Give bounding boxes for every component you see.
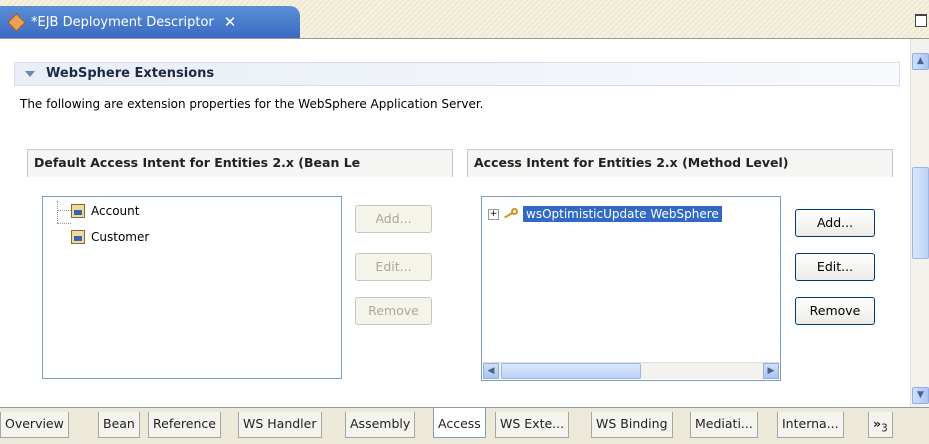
tab-ws-binding[interactable]: WS Binding: [591, 412, 673, 438]
tab-reference[interactable]: Reference: [148, 412, 221, 438]
tree-item-label: Customer: [91, 230, 150, 244]
collapse-triangle-icon[interactable]: [25, 71, 35, 77]
tab-access[interactable]: Access: [433, 408, 486, 438]
tab-ws-extension[interactable]: WS Exte...: [495, 412, 570, 438]
right-edit-button[interactable]: Edit...: [795, 253, 875, 281]
tab-overview[interactable]: Overview: [0, 412, 69, 438]
access-intent-key-icon: [503, 208, 519, 220]
page-tab-bar: Overview Bean Reference WS Handler Assem…: [0, 407, 929, 444]
scroll-down-icon[interactable]: ▼: [912, 387, 929, 404]
tab-bean[interactable]: Bean: [98, 412, 140, 438]
tree-item-label: wsOptimisticUpdate WebSphere: [523, 206, 722, 222]
maximize-icon[interactable]: [915, 14, 927, 27]
tree-connector: [57, 223, 71, 224]
tree-item-account[interactable]: Account: [71, 202, 139, 220]
editor-tab-title: *EJB Deployment Descriptor: [31, 14, 214, 30]
section-header[interactable]: WebSphere Extensions: [14, 62, 900, 86]
entity-bean-icon: [71, 230, 85, 244]
tree-connector: [57, 201, 58, 223]
ejb-descriptor-icon: [7, 12, 26, 32]
vertical-scrollbar[interactable]: ▲ ▼: [910, 39, 929, 407]
section-description: The following are extension properties f…: [20, 97, 484, 111]
tree-connector: [57, 210, 71, 211]
chevron-right-icon: »: [873, 416, 882, 431]
right-remove-button[interactable]: Remove: [795, 297, 875, 325]
entity-bean-icon: [71, 204, 85, 218]
left-edit-button[interactable]: Edit...: [355, 253, 432, 281]
tab-ws-handler[interactable]: WS Handler: [238, 412, 322, 438]
horizontal-scrollbar[interactable]: ◀ ▶: [483, 362, 779, 379]
scroll-up-icon[interactable]: ▲: [912, 53, 929, 70]
overflow-count: 3: [881, 422, 888, 435]
tab-mediation[interactable]: Mediati...: [690, 412, 758, 438]
editor-tab-bar: *EJB Deployment Descriptor ✕: [0, 0, 929, 39]
tree-item-label: Account: [91, 204, 140, 218]
tab-overflow[interactable]: »3: [868, 412, 893, 438]
scroll-thumb[interactable]: [501, 363, 641, 379]
scroll-left-icon[interactable]: ◀: [483, 363, 499, 379]
left-add-button[interactable]: Add...: [355, 205, 432, 233]
scroll-right-icon[interactable]: ▶: [763, 363, 779, 379]
method-access-intent-tree[interactable]: + wsOptimisticUpdate WebSphere ◀ ▶: [481, 196, 781, 381]
method-access-intent-title: Access Intent for Entities 2.x (Method L…: [467, 149, 893, 177]
tree-item-customer[interactable]: Customer: [71, 228, 149, 246]
default-access-intent-title: Default Access Intent for Entities 2.x (…: [27, 149, 453, 177]
expand-icon[interactable]: +: [488, 208, 499, 220]
editor-content: WebSphere Extensions The following are e…: [0, 39, 910, 407]
default-access-intent-tree[interactable]: Account Customer: [42, 196, 342, 379]
close-icon[interactable]: ✕: [224, 13, 237, 31]
editor-tab[interactable]: *EJB Deployment Descriptor ✕: [0, 6, 300, 38]
tree-item-wsoptimisticupdate[interactable]: + wsOptimisticUpdate WebSphere: [488, 205, 722, 223]
section-title: WebSphere Extensions: [46, 66, 215, 81]
right-add-button[interactable]: Add...: [795, 209, 875, 237]
left-remove-button[interactable]: Remove: [355, 297, 432, 325]
tab-internationalization[interactable]: Interna...: [777, 412, 844, 438]
tab-assembly[interactable]: Assembly: [345, 412, 416, 438]
scroll-thumb[interactable]: [912, 167, 929, 259]
